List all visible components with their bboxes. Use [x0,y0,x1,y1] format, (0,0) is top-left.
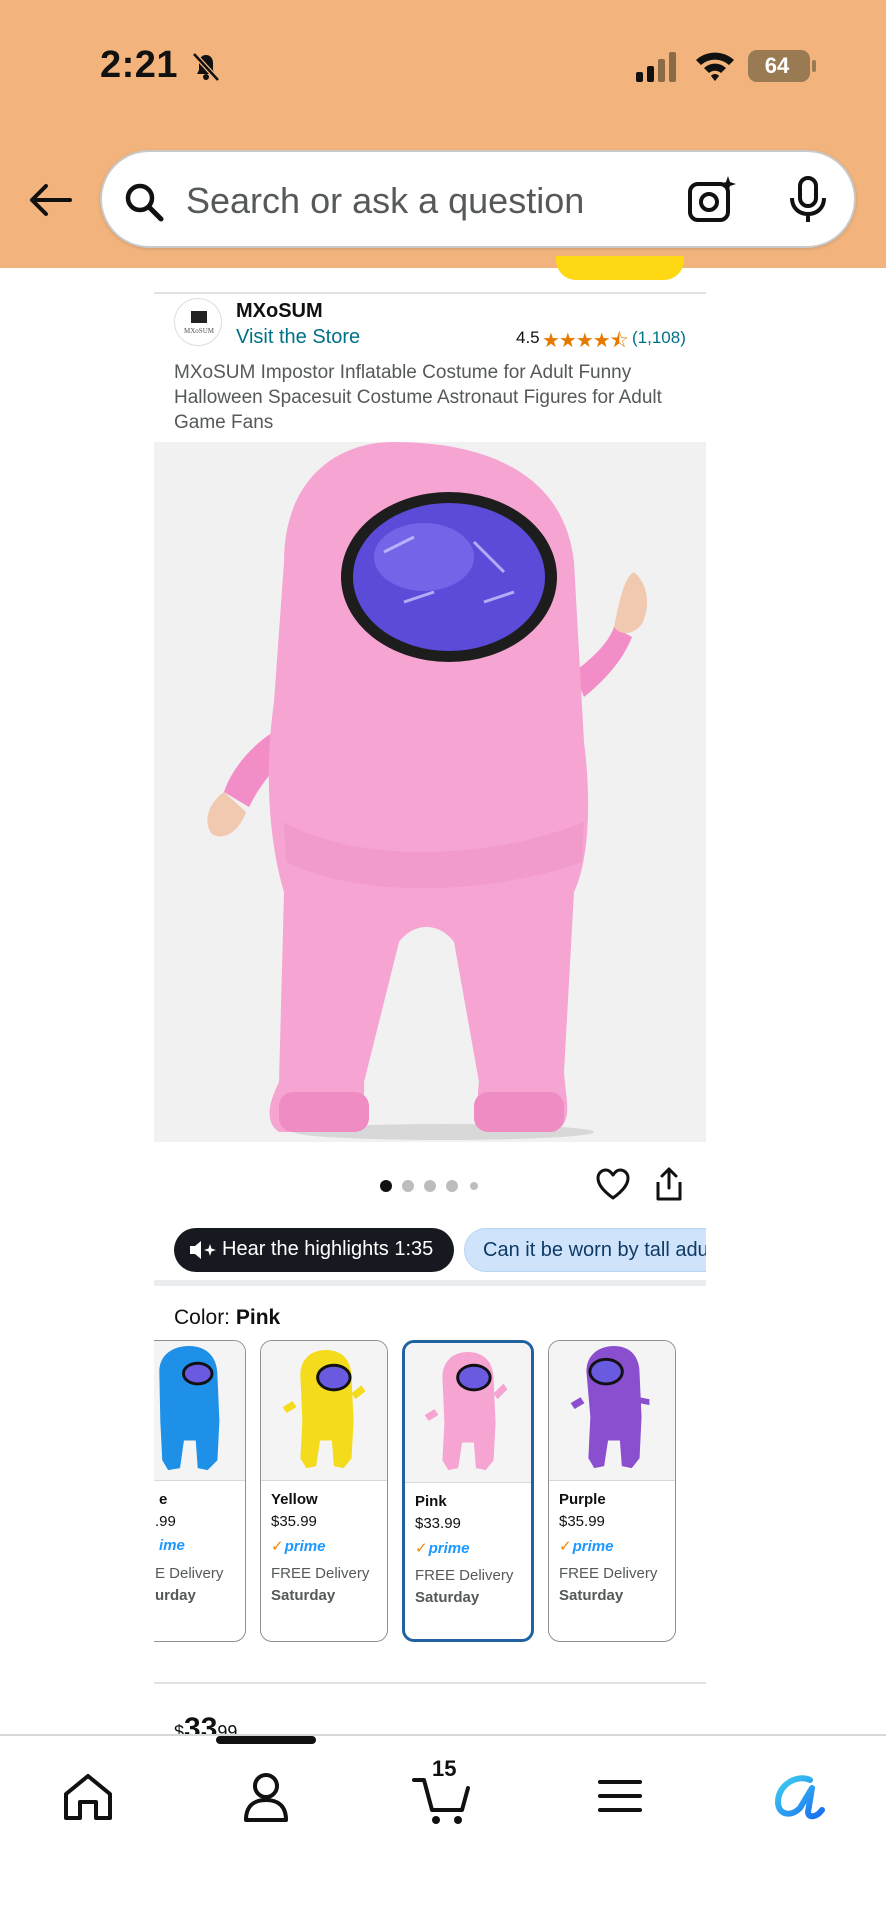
search-icon [125,183,164,222]
brand-logo[interactable]: MXoSUM [174,298,222,346]
divider [154,292,706,294]
divider [154,1682,706,1684]
microphone-icon[interactable] [786,174,830,226]
carousel-dot[interactable] [380,1180,392,1192]
brand-logo-text: MXoSUM [184,327,214,335]
swatch-image [154,1341,245,1481]
prime-check-icon: ✓ [415,1540,428,1557]
blue-costume-thumbnail [159,1346,220,1471]
hear-highlights-label: Hear the highlights 1:35 [222,1238,434,1260]
buy-button-peek[interactable] [556,256,684,280]
rating-value[interactable]: 4.5 [516,328,540,348]
home-icon [64,1774,112,1820]
swatch-name: Pink [415,1493,447,1510]
carousel-dot[interactable] [446,1180,458,1192]
pink-costume-thumbnail [424,1351,508,1471]
tab-account[interactable] [236,1766,296,1826]
question-chip[interactable]: Can it be worn by tall adults? [464,1228,706,1272]
swatch-yellow[interactable]: Yellow $35.99 ✓prime FREE Delivery Satur… [260,1340,388,1642]
swatch-delivery: FREE Delivery [559,1565,658,1582]
brand-mark-icon [191,311,207,323]
pink-costume-illustration [154,442,706,1142]
cart-count-badge: 15 [432,1756,457,1781]
swatch-delivery-day: Saturday [271,1587,336,1604]
swatch-name: Yellow [271,1491,318,1508]
account-icon [244,1773,288,1822]
tab-menu[interactable] [590,1766,650,1826]
swatch-image [549,1341,675,1481]
swatch-delivery: E Delivery [155,1565,224,1582]
swatch-price: .99 [155,1513,176,1530]
color-label: Color: Pink [174,1306,280,1330]
speaker-sparkle-icon [190,1241,216,1259]
prime-text: prime [428,1540,470,1557]
carousel-dot[interactable] [402,1180,414,1192]
star-rating-icon[interactable]: ★★★★⯪ [542,326,629,360]
swatch-delivery-day: urday [155,1587,196,1604]
yellow-costume-thumbnail [282,1349,366,1469]
prime-text: prime [572,1538,614,1555]
visit-store-link[interactable]: Visit the Store [236,326,360,349]
prime-badge: ✓prime [415,1539,469,1557]
color-selected: Pink [235,1306,281,1329]
swatch-pink[interactable]: Pink $33.99 ✓prime FREE Delivery Saturda… [402,1340,534,1642]
swatch-name: e [159,1491,168,1508]
signal-icon [636,52,676,82]
share-icon[interactable] [652,1166,686,1202]
swatch-name: Purple [559,1491,606,1508]
back-arrow-icon[interactable] [26,176,74,224]
color-label-prefix: Color: [174,1306,236,1329]
rufus-icon [775,1775,825,1820]
carousel-dot[interactable] [470,1182,478,1190]
menu-icon [598,1780,642,1812]
swatch-delivery: FREE Delivery [415,1567,514,1584]
search-bar[interactable]: Search or ask a question [100,150,856,248]
rating-count-link[interactable]: (1,108) [632,328,686,348]
brand-name: MXoSUM [236,300,323,322]
status-time: 2:21 [100,44,179,86]
tab-home[interactable] [58,1766,118,1826]
battery-level: 64 [764,53,790,78]
swatch-price: $33.99 [415,1515,461,1532]
camera-lens-icon[interactable] [686,174,738,226]
swatch-delivery-day: Saturday [559,1587,624,1604]
tab-rufus[interactable] [768,1766,828,1826]
battery-icon: 64 [748,50,810,82]
question-chip-label: Can it be worn by tall adults? [483,1239,706,1261]
battery-nub [812,60,816,72]
swatch-image [261,1341,387,1481]
swatch-blue[interactable]: e .99 ime E Delivery urday [154,1340,246,1642]
swatch-price: $35.99 [271,1513,317,1530]
product-page: 2:21 64 Search or ask a question MXoSUM … [0,0,886,1920]
purple-costume-thumbnail [570,1346,650,1469]
search-input[interactable]: Search or ask a question [186,180,584,222]
prime-badge: ime [159,1537,185,1554]
prime-text: prime [284,1538,326,1555]
wifi-icon [696,52,734,81]
prime-check-icon: ✓ [559,1538,572,1555]
home-indicator [216,1736,316,1744]
header: 2:21 64 Search or ask a question [0,0,886,268]
question-chip-clip: Can it be worn by tall adults? [464,1226,706,1274]
product-title: MXoSUM Impostor Inflatable Costume for A… [174,362,662,433]
carousel-dot[interactable] [424,1180,436,1192]
color-swatch-list: e .99 ime E Delivery urday Yellow $35.99… [154,1338,706,1644]
product-image[interactable] [154,442,706,1142]
image-carousel-dots[interactable] [380,1178,484,1194]
swatch-price: $35.99 [559,1513,605,1530]
prime-badge: ✓prime [271,1537,325,1555]
swatch-purple[interactable]: Purple $35.99 ✓prime FREE Delivery Satur… [548,1340,676,1642]
heart-icon[interactable] [596,1168,630,1202]
bottom-tab-bar: 15 [0,1734,886,1920]
swatch-delivery-day: Saturday [415,1589,480,1606]
section-divider [154,1280,706,1286]
prime-check-icon: ✓ [271,1538,284,1555]
bell-muted-icon [192,52,220,82]
hear-highlights-button[interactable]: Hear the highlights 1:35 [174,1228,454,1272]
prime-badge: ✓prime [559,1537,613,1555]
swatch-image [405,1343,531,1483]
swatch-delivery: FREE Delivery [271,1565,370,1582]
